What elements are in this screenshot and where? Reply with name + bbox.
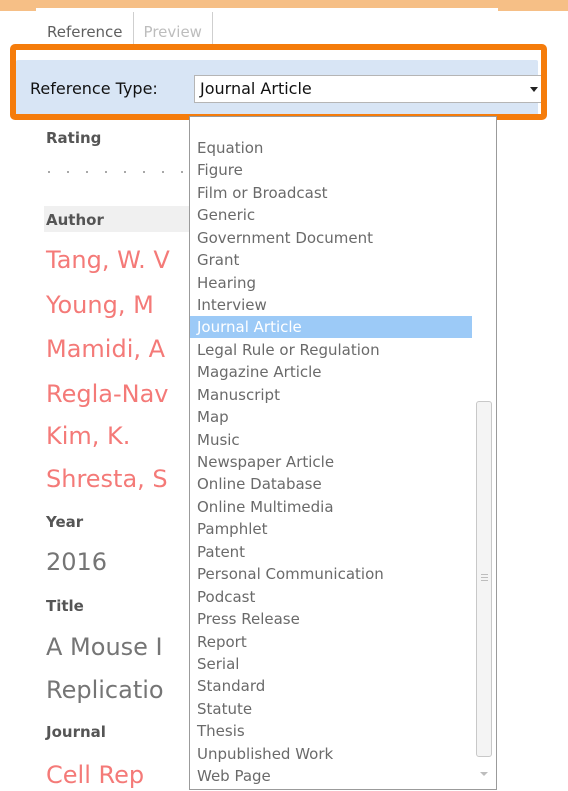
rating-star-icon[interactable] <box>162 171 164 173</box>
rating-star-icon[interactable] <box>181 171 183 173</box>
reference-editor: Reference Preview Reference Type: Journa… <box>0 0 568 791</box>
dropdown-option[interactable]: Standard <box>190 675 472 697</box>
dropdown-option[interactable]: Map <box>190 406 472 428</box>
author-entry[interactable]: Mamidi, A <box>46 334 165 364</box>
scrollbar-grip-icon <box>481 574 488 575</box>
scrollbar-grip-icon <box>481 577 488 578</box>
dropdown-scrollbar[interactable] <box>472 117 496 789</box>
dropdown-option[interactable]: Legal Rule or Regulation <box>190 339 472 361</box>
reference-type-dropdown[interactable]: Equation Figure Film or Broadcast Generic Go… <box>189 116 497 790</box>
scrollbar-grip-icon <box>481 580 488 581</box>
rating-label: Rating <box>46 129 102 147</box>
dropdown-option[interactable]: Government Document <box>190 227 472 249</box>
dropdown-option[interactable]: Newspaper Article <box>190 451 472 473</box>
tab-bar: Reference Preview <box>36 12 213 46</box>
dropdown-option[interactable]: Interview <box>190 294 472 316</box>
dropdown-option[interactable]: Statute <box>190 698 472 720</box>
highlight-outline <box>10 44 547 120</box>
dropdown-option[interactable]: Serial <box>190 653 472 675</box>
rating-star-icon[interactable] <box>86 171 88 173</box>
dropdown-option[interactable]: Web Page <box>190 765 472 787</box>
dropdown-option[interactable]: Unpublished Work <box>190 743 472 765</box>
tab-preview[interactable]: Preview <box>132 12 213 46</box>
scrollbar-thumb[interactable] <box>476 401 492 757</box>
dropdown-option[interactable]: Online Database <box>190 473 472 495</box>
dropdown-option[interactable]: Report <box>190 631 472 653</box>
title-value-line[interactable]: A Mouse I <box>46 632 163 662</box>
dropdown-option[interactable]: Grant <box>190 249 472 271</box>
title-label: Title <box>46 597 84 615</box>
dropdown-option[interactable]: Patent <box>190 541 472 563</box>
author-label: Author <box>46 211 104 229</box>
rating-star-icon[interactable] <box>48 171 50 173</box>
journal-value[interactable]: Cell Rep <box>46 760 144 790</box>
journal-label: Journal <box>46 723 106 741</box>
title-value-line[interactable]: Replicatio <box>46 675 164 705</box>
year-label: Year <box>46 513 84 531</box>
rating-star-icon[interactable] <box>143 171 145 173</box>
dropdown-option[interactable]: Film or Broadcast <box>190 182 472 204</box>
author-entry[interactable]: Young, M <box>46 290 154 320</box>
tab-reference[interactable]: Reference <box>36 12 133 46</box>
dropdown-option[interactable]: Journal Article <box>190 316 472 339</box>
author-entry[interactable]: Regla-Nav <box>46 379 169 409</box>
rating-stars[interactable] <box>48 171 183 173</box>
author-entry[interactable]: Shresta, S <box>46 464 168 494</box>
author-entry[interactable]: Tang, W. V <box>46 245 170 275</box>
dropdown-option[interactable]: Figure <box>190 159 472 181</box>
dropdown-option[interactable]: Music <box>190 429 472 451</box>
dropdown-option[interactable]: Podcast <box>190 586 472 608</box>
dropdown-option[interactable]: Online Multimedia <box>190 496 472 518</box>
dropdown-option[interactable]: Hearing <box>190 272 472 294</box>
dropdown-option[interactable]: Press Release <box>190 608 472 630</box>
dropdown-option[interactable]: Magazine Article <box>190 361 472 383</box>
dropdown-option[interactable]: Personal Communication <box>190 563 472 585</box>
author-entry[interactable]: Kim, K. <box>46 421 130 451</box>
rating-star-icon[interactable] <box>67 171 69 173</box>
dropdown-option[interactable]: Equation <box>190 137 472 159</box>
scroll-down-arrow-icon[interactable] <box>480 772 488 776</box>
dropdown-option[interactable]: Manuscript <box>190 384 472 406</box>
rating-star-icon[interactable] <box>124 171 126 173</box>
dropdown-option[interactable]: Thesis <box>190 720 472 742</box>
rating-star-icon[interactable] <box>105 171 107 173</box>
dropdown-option[interactable]: Generic <box>190 204 472 226</box>
year-value[interactable]: 2016 <box>46 547 107 577</box>
dropdown-option[interactable]: Pamphlet <box>190 518 472 540</box>
